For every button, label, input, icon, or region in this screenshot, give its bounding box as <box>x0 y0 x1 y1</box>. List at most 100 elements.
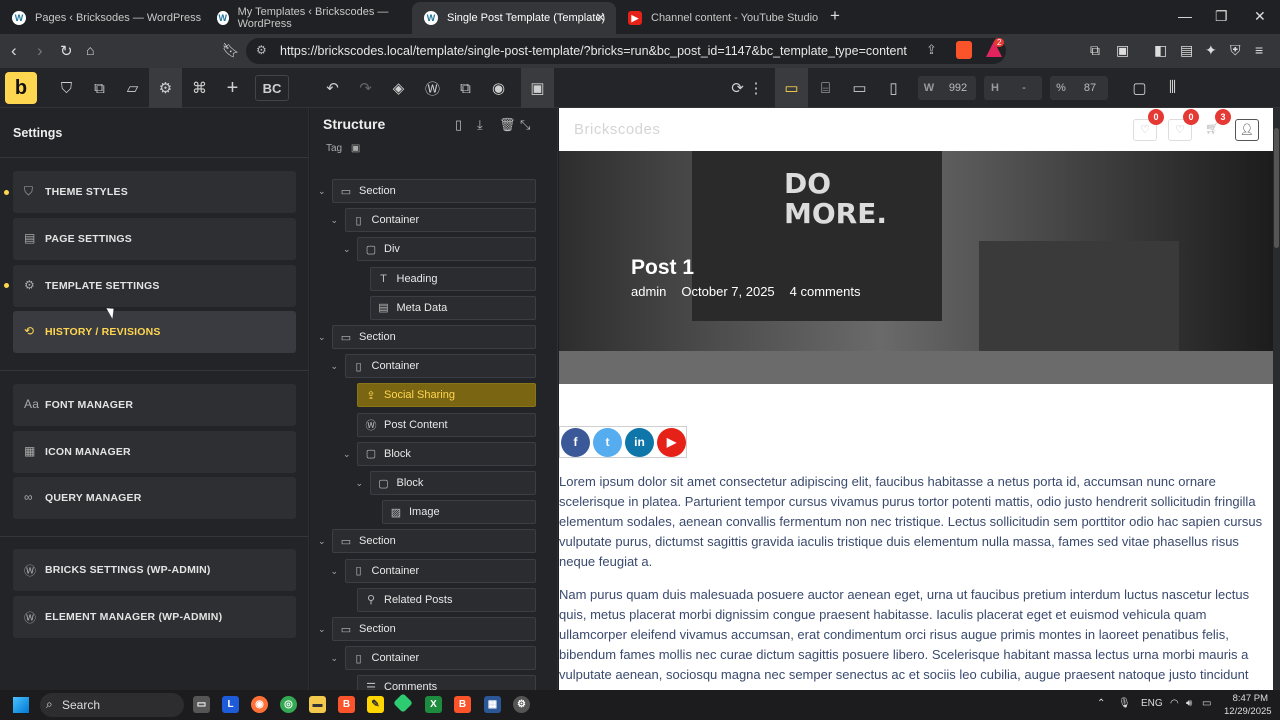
scrollbar-thumb[interactable] <box>1274 128 1279 248</box>
redo-icon[interactable]: ↷ <box>349 68 382 108</box>
app-diamond-icon[interactable] <box>393 693 413 713</box>
account-icon[interactable]: 👤︎ <box>1235 119 1259 141</box>
structure-node-post-content[interactable]: Ⓦ Post Content <box>357 412 536 437</box>
icon-manager-button[interactable]: ▦ ICON MANAGER <box>13 431 296 473</box>
app-settings-icon[interactable]: ⚙ <box>513 696 530 713</box>
close-window-button[interactable]: ✕ <box>1254 8 1266 25</box>
expand-chevron-icon[interactable]: ⌄ <box>343 449 351 460</box>
tray-overflow-icon[interactable]: ⌃ <box>1097 698 1105 709</box>
structure-node-section[interactable]: ▭ Section <box>332 617 536 641</box>
wallet-icon[interactable]: ▤ <box>1180 42 1193 59</box>
browser-tab-pages[interactable]: W Pages ‹ Bricksodes — WordPress <box>0 2 205 34</box>
leo-ai-icon[interactable]: ✦ <box>1205 42 1217 59</box>
linkedin-icon[interactable]: in <box>625 427 654 457</box>
volume-icon[interactable]: 🔊︎ <box>1186 698 1192 709</box>
structure-node-image[interactable]: ▨ Image <box>382 500 536 525</box>
height-field[interactable]: H - <box>984 76 1042 100</box>
expand-chevron-icon[interactable]: ⌄ <box>318 536 326 547</box>
sticky-notes-icon[interactable]: ✎ <box>367 696 384 713</box>
site-info-icon[interactable]: ⚙ <box>256 43 267 57</box>
structure-node-related-posts[interactable]: ⚲ Related Posts <box>357 587 536 612</box>
expand-chevron-icon[interactable]: ⌄ <box>331 653 339 664</box>
settings-gear-icon[interactable]: ⚙ <box>149 68 182 108</box>
extensions-icon[interactable]: ⧉ <box>1090 42 1100 59</box>
structure-node-section[interactable]: ▭ Section <box>332 179 536 203</box>
browser-tab-youtube-studio[interactable]: ▶ Channel content - YouTube Studio <box>616 2 821 34</box>
expand-chevron-icon[interactable]: ⌄ <box>331 566 339 577</box>
trash-icon[interactable]: 🗑︎ <box>499 117 516 133</box>
panel-toggle-icon[interactable]: ▢ <box>1123 68 1156 108</box>
clock[interactable]: 8:47 PM 12/29/2025 <box>1224 692 1272 718</box>
close-tab-icon[interactable]: ✕ <box>595 10 606 26</box>
tag-toggle[interactable]: Tag ▣ <box>326 143 360 154</box>
wordpress-icon[interactable]: Ⓦ <box>416 68 449 108</box>
structure-node-div[interactable]: ▢ Div <box>357 237 536 262</box>
battery-icon[interactable]: ▭ <box>1202 698 1211 709</box>
youtube-icon[interactable]: ▶ <box>657 427 686 457</box>
maximize-button[interactable]: ❐ <box>1215 8 1228 25</box>
bricks-settings-button[interactable]: Ⓦ BRICKS SETTINGS (WP-ADMIN) <box>13 549 296 591</box>
brave-active-icon[interactable]: B <box>454 696 471 713</box>
brave-shield-icon[interactable] <box>956 41 972 59</box>
columns-icon[interactable]: ⦀ <box>1156 68 1189 108</box>
structure-node-section[interactable]: ▭ Section <box>332 529 536 554</box>
structure-node-comments[interactable]: ☰ Comments <box>357 675 536 690</box>
structure-node-social-sharing[interactable]: ⇪ Social Sharing <box>357 383 536 408</box>
site-logo[interactable]: Brickscodes <box>574 121 660 138</box>
windows-start-icon[interactable] <box>13 697 29 713</box>
structure-node-heading[interactable]: T Heading <box>369 266 536 291</box>
command-icon[interactable]: ⌘ <box>183 68 216 108</box>
firefox-icon[interactable]: ◉ <box>251 696 268 713</box>
task-view-icon[interactable]: ▭ <box>193 696 210 713</box>
structure-node-container[interactable]: ▯ Container <box>344 646 536 671</box>
expand-chevron-icon[interactable]: ⌄ <box>318 332 326 343</box>
bookmark-icon[interactable]: 🔖︎ <box>222 42 240 59</box>
expand-chevron-icon[interactable]: ⌄ <box>343 244 351 255</box>
reload-icon[interactable]: ↻ <box>60 42 73 60</box>
post-title[interactable]: Post 1 <box>631 256 694 280</box>
bricks-logo[interactable]: b <box>5 72 37 104</box>
taskbar-search[interactable]: ⌕ Search <box>40 693 184 717</box>
collapse-icon[interactable]: ⤡ <box>520 117 530 133</box>
expand-chevron-icon[interactable]: ⌄ <box>331 361 339 372</box>
laptop-breakpoint-icon[interactable]: ⌸ <box>809 68 842 108</box>
structure-node-section[interactable]: ▭ Section <box>332 325 536 349</box>
mobile-breakpoint-icon[interactable]: ▯ <box>877 68 910 108</box>
structure-node-container[interactable]: ▯ Container <box>344 208 536 233</box>
microphone-icon[interactable]: 🎙︎ <box>1118 698 1131 709</box>
file-explorer-icon[interactable]: ▬ <box>309 696 326 713</box>
expand-chevron-icon[interactable]: ⌄ <box>318 624 326 635</box>
sidebar-icon[interactable]: ◧ <box>1154 42 1167 59</box>
vpn-icon[interactable]: ⛨ <box>1230 42 1241 59</box>
social-sharing[interactable]: f t in ▶ <box>559 426 687 458</box>
structure-node-block[interactable]: ▢ Block <box>357 441 536 466</box>
width-field[interactable]: W 992 <box>918 76 976 100</box>
templates-folder-icon[interactable]: ▱ <box>116 68 149 108</box>
home-icon[interactable]: ⌂ <box>86 42 94 58</box>
page-settings-button[interactable]: ▤ PAGE SETTINGS <box>13 218 296 260</box>
expand-chevron-icon[interactable]: ⌄ <box>318 186 326 197</box>
browser-tab-my-templates[interactable]: W My Templates ‹ Brickscodes — WordPress <box>205 2 410 34</box>
minimize-button[interactable]: — <box>1178 8 1192 24</box>
theme-styles-icon[interactable]: ⛉ <box>50 68 83 108</box>
app-l-icon[interactable]: L <box>222 696 239 713</box>
menu-icon[interactable]: ≡ <box>1255 42 1263 58</box>
post-author[interactable]: admin <box>631 284 666 299</box>
expand-chevron-icon[interactable]: ⌄ <box>331 215 339 226</box>
theme-styles-button[interactable]: ⛉ THEME STYLES <box>13 171 296 213</box>
twitter-icon[interactable]: t <box>593 427 622 457</box>
preview-eye-icon[interactable]: ◉ <box>482 68 515 108</box>
post-comments[interactable]: 4 comments <box>790 284 861 299</box>
undo-icon[interactable]: ↶ <box>316 68 349 108</box>
back-icon[interactable]: ‹ <box>11 41 17 61</box>
structure-node-container[interactable]: ▯ Container <box>344 558 536 583</box>
font-manager-button[interactable]: Aa FONT MANAGER <box>13 384 296 426</box>
builder-canvas[interactable]: Brickscodes ♡ 0 ♡ 0 🛒︎ 3 👤︎ DO MORE. Pos… <box>559 108 1273 690</box>
chrome-icon[interactable]: ◎ <box>280 696 297 713</box>
add-element-icon[interactable]: + <box>216 68 249 108</box>
structure-node-meta-data[interactable]: ▤ Meta Data <box>369 295 536 320</box>
url-field[interactable]: ⚙ https://brickscodes.local/template/sin… <box>246 38 1006 64</box>
structure-node-container[interactable]: ▯ Container <box>344 354 536 379</box>
brave-icon[interactable]: B <box>338 696 355 713</box>
share-icon[interactable]: ⇪ <box>926 42 937 58</box>
